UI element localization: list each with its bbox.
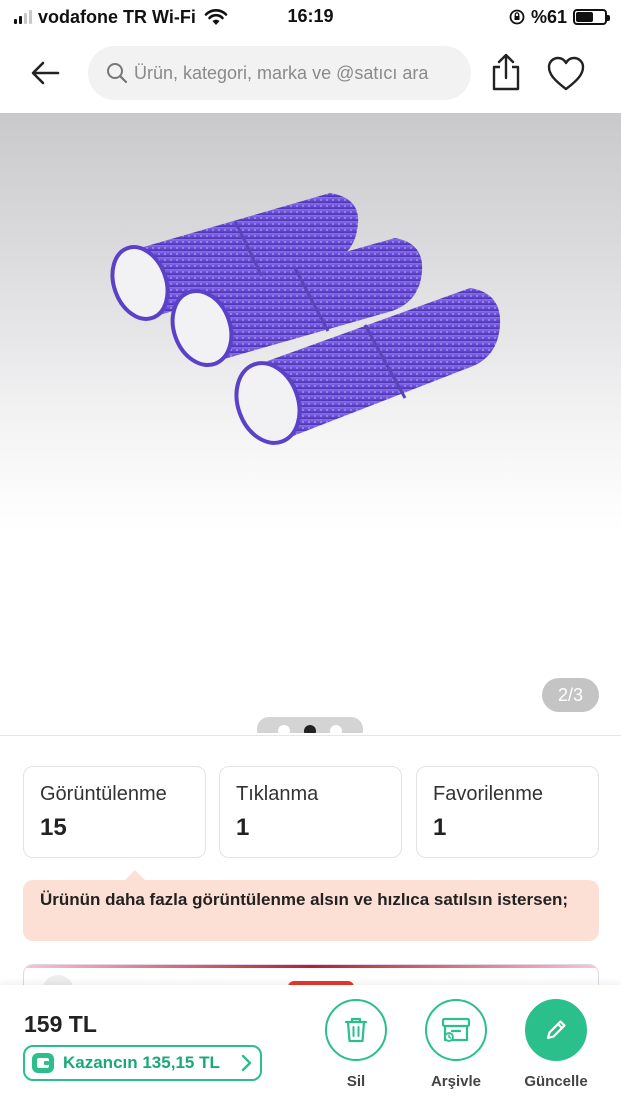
- status-bar: vodafone TR Wi-Fi 16:19 %61: [0, 0, 621, 34]
- archive-label: Arşivle: [430, 1073, 482, 1090]
- earnings-text: Kazancın 135,15 TL: [63, 1053, 220, 1072]
- header: [0, 38, 621, 110]
- carrier-name: vodafone TR Wi-Fi: [38, 6, 196, 27]
- share-icon[interactable]: [488, 52, 524, 92]
- update-label: Güncelle: [524, 1073, 588, 1090]
- boost-callout: Ürünün daha fazla görüntülenme alsın ve …: [23, 870, 599, 941]
- bottom-action-bar: 159 TL Kazancın 135,15 TL Sil Arşivle Gü…: [0, 985, 621, 1104]
- back-arrow-icon[interactable]: [26, 56, 64, 90]
- archive-button[interactable]: [425, 999, 487, 1061]
- stat-clicks-value: 1: [236, 814, 250, 841]
- earnings-badge[interactable]: Kazancın 135,15 TL: [23, 1045, 262, 1081]
- stat-clicks-card: Tıklanma 1: [219, 766, 402, 858]
- stat-clicks-label: Tıklanma: [236, 783, 319, 805]
- battery-percent: %61: [530, 6, 567, 27]
- stat-favorites-value: 1: [433, 814, 447, 841]
- stat-favorites-card: Favorilenme 1: [416, 766, 599, 858]
- wallet-icon: [32, 1053, 54, 1073]
- pencil-icon: [546, 1020, 566, 1040]
- pagination-dot[interactable]: [330, 725, 342, 733]
- delete-button[interactable]: [325, 999, 387, 1061]
- delete-label: Sil: [346, 1073, 366, 1090]
- stat-views-card: Görüntülenme 15: [23, 766, 206, 858]
- wifi-icon: [204, 9, 228, 25]
- stat-views-value: 15: [40, 814, 67, 841]
- heart-icon[interactable]: [546, 56, 586, 92]
- pagination-dot-active[interactable]: [304, 725, 316, 733]
- divider: [0, 735, 621, 736]
- orientation-lock-icon: [509, 9, 525, 25]
- delete-action[interactable]: Sil: [316, 999, 396, 1090]
- stat-views-label: Görüntülenme: [40, 783, 167, 805]
- product-gallery[interactable]: 2/3: [0, 113, 621, 733]
- archive-icon: [441, 1017, 471, 1042]
- chevron-right-icon: [241, 1054, 252, 1072]
- search-bar[interactable]: [88, 46, 471, 100]
- cellular-signal-icon: [14, 10, 32, 24]
- stat-favorites-label: Favorilenme: [433, 783, 544, 805]
- update-button[interactable]: [525, 999, 587, 1061]
- pagination-dot[interactable]: [278, 725, 290, 733]
- product-price: 159 TL: [24, 1011, 97, 1037]
- image-page-counter: 2/3: [542, 678, 599, 712]
- update-action[interactable]: Güncelle: [516, 999, 596, 1090]
- product-image: [110, 193, 501, 445]
- archive-action[interactable]: Arşivle: [416, 999, 496, 1090]
- trash-icon: [344, 1017, 368, 1043]
- battery-icon: [573, 9, 610, 25]
- search-input[interactable]: [134, 62, 464, 84]
- search-icon: [107, 63, 128, 84]
- gallery-pagination-dots[interactable]: [257, 717, 363, 733]
